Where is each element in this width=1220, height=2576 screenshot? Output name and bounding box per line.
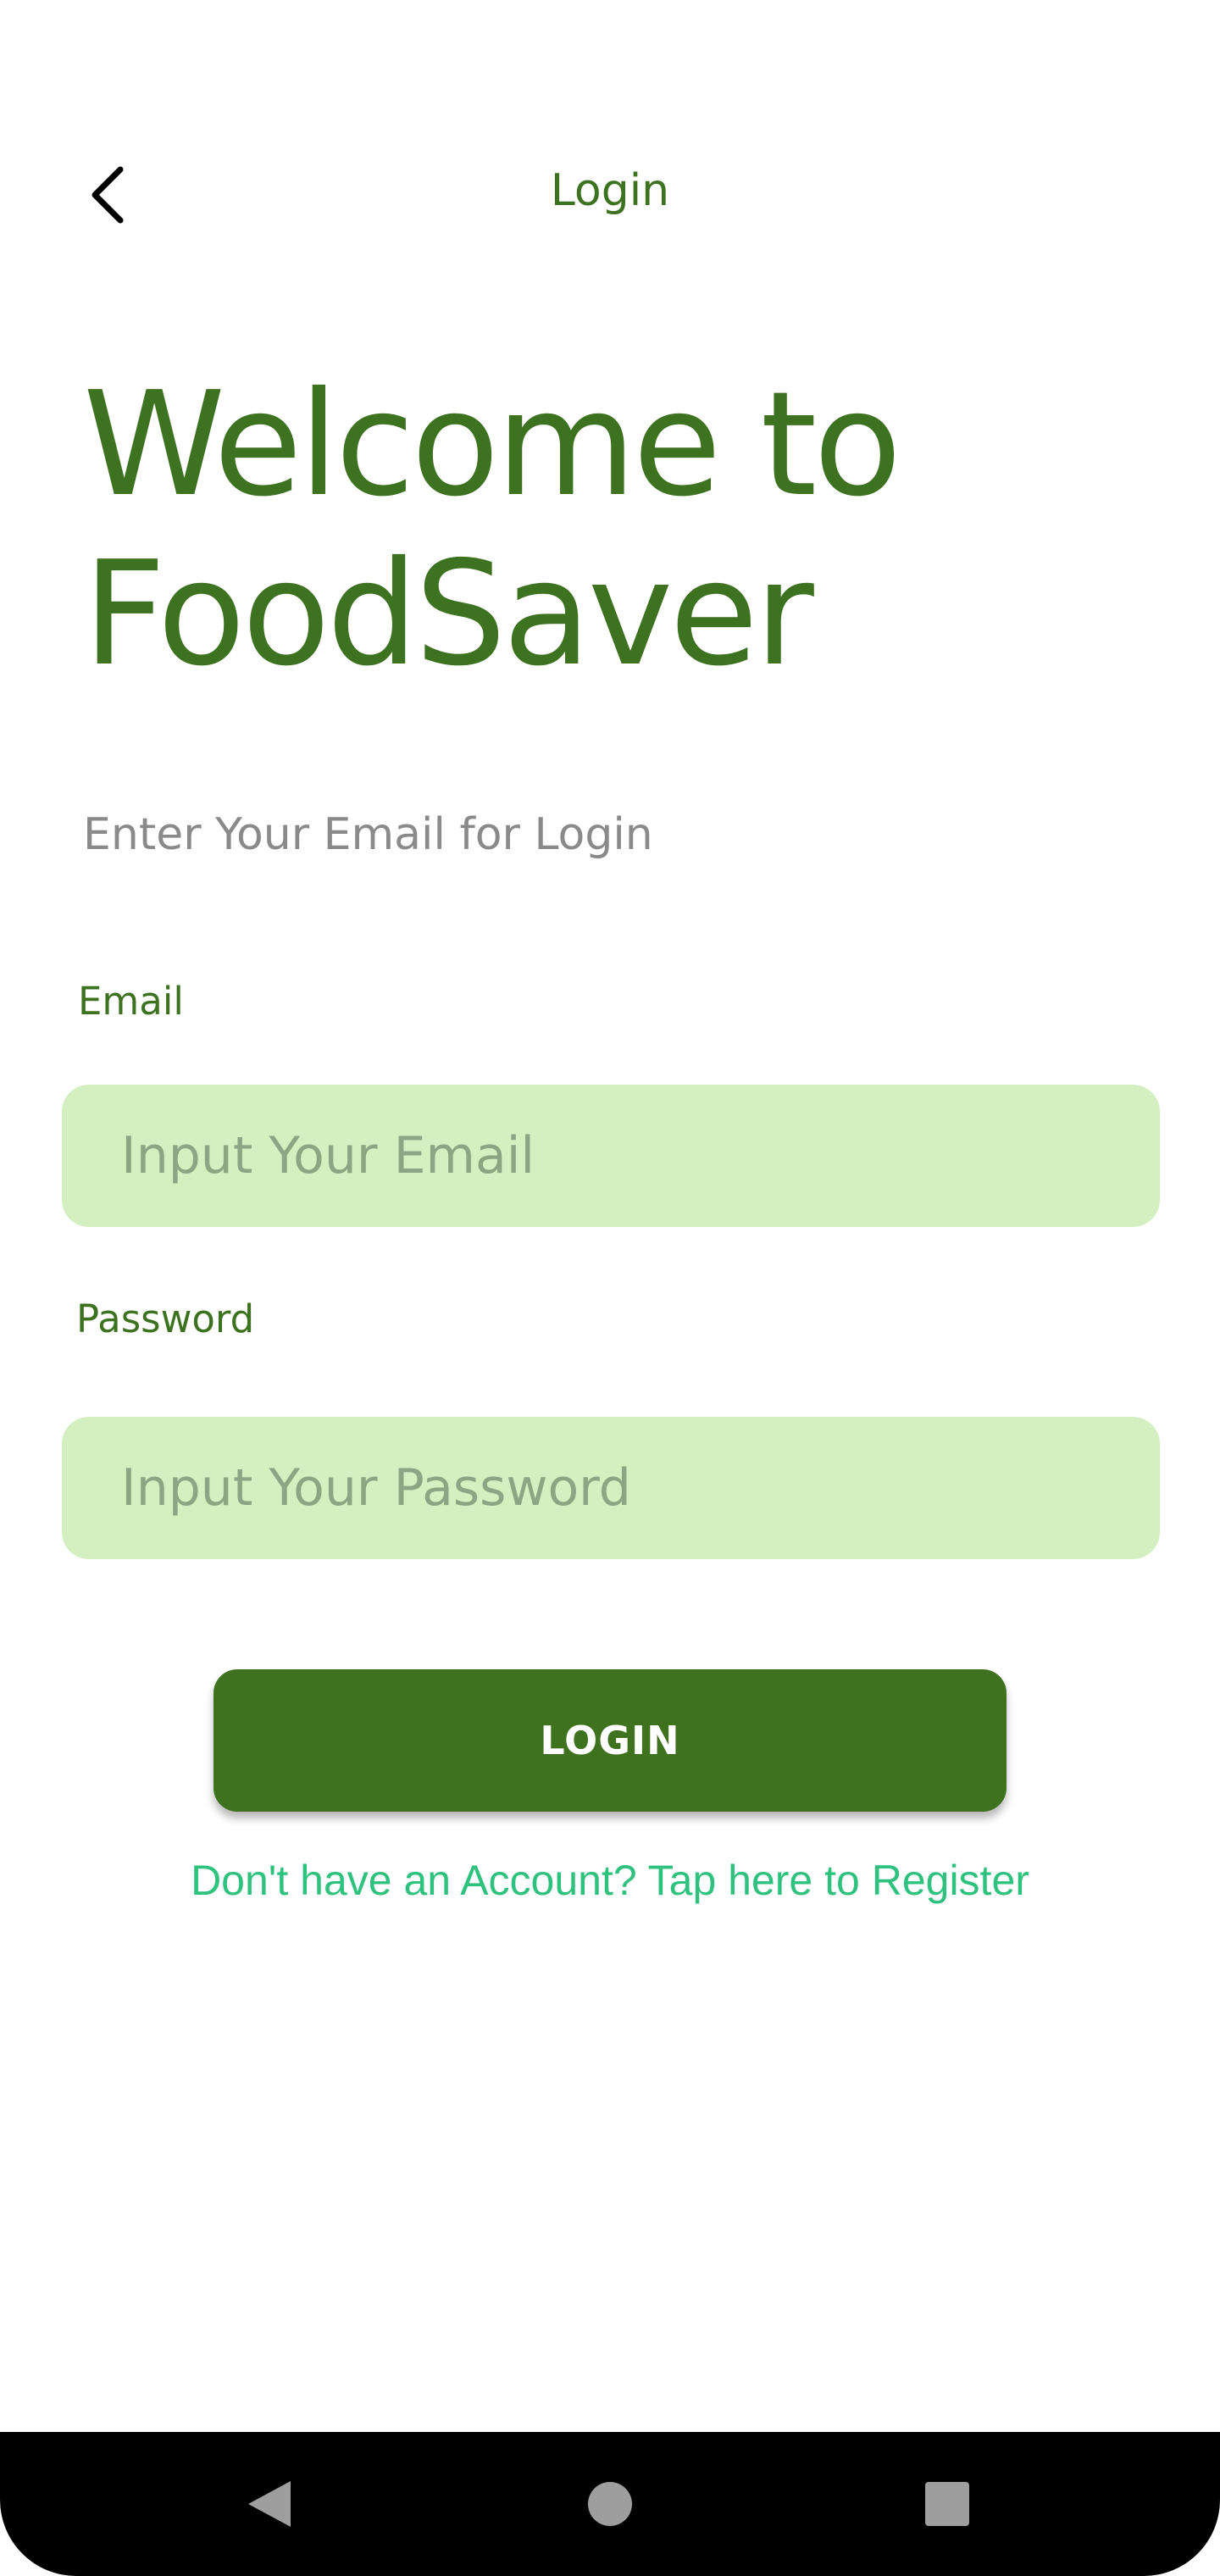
email-label: Email <box>78 979 184 1024</box>
password-label: Password <box>76 1296 255 1341</box>
password-field-container[interactable] <box>62 1417 1160 1559</box>
square-recents-icon <box>925 2482 969 2526</box>
password-field[interactable] <box>121 1458 1160 1518</box>
circle-home-icon <box>588 2482 632 2526</box>
triangle-back-icon <box>248 2481 291 2527</box>
page-title: Login <box>550 165 670 216</box>
nav-back-button[interactable] <box>231 2466 308 2542</box>
login-subtitle: Enter Your Email for Login <box>83 809 653 860</box>
register-link[interactable]: Don't have an Account? Tap here to Regis… <box>0 1856 1220 1905</box>
email-field[interactable] <box>121 1126 1160 1185</box>
system-nav-bar <box>0 2432 1220 2576</box>
email-field-container[interactable] <box>62 1085 1160 1227</box>
login-button[interactable]: LOGIN <box>214 1669 1006 1812</box>
welcome-headline: Welcome to FoodSaver <box>83 361 901 698</box>
nav-recents-button[interactable] <box>909 2466 985 2542</box>
nav-home-button[interactable] <box>572 2466 648 2542</box>
login-screen: Login Welcome to FoodSaver Enter Your Em… <box>0 0 1220 2576</box>
